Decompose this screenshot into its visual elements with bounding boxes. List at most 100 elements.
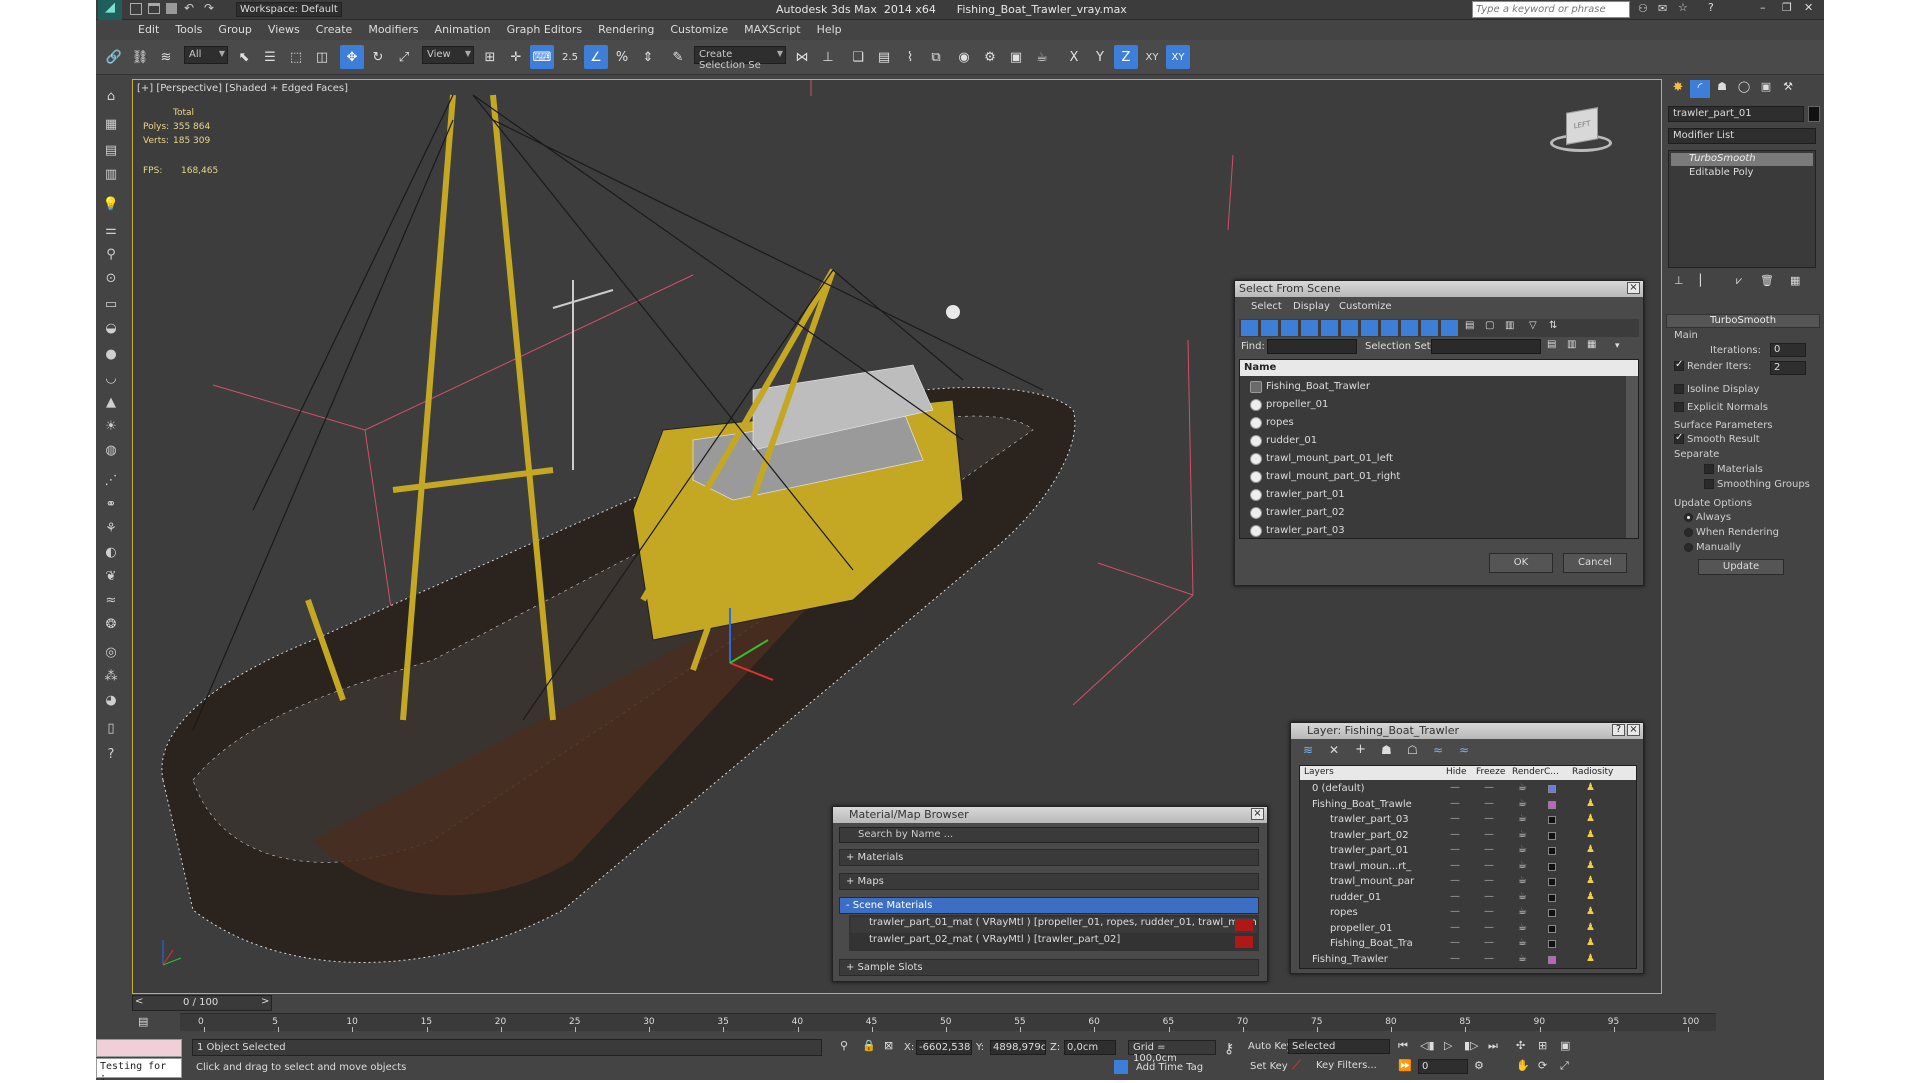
- viewcube[interactable]: LEFT: [1550, 106, 1612, 156]
- layer-manager-icon[interactable]: ❏: [846, 45, 870, 69]
- isolate-selection-icon[interactable]: ⚲: [840, 1039, 848, 1052]
- key-icon[interactable]: ⚷: [1224, 1041, 1234, 1057]
- layer-color-swatch[interactable]: [1548, 924, 1556, 933]
- smooth-result-checkbox[interactable]: [1674, 432, 1684, 444]
- viewcube-face[interactable]: LEFT: [1566, 107, 1598, 145]
- object-name-field[interactable]: trawler_part_01: [1668, 106, 1804, 122]
- layer-row[interactable]: Fishing_Boat_Tra — — ☕ ♟: [1300, 937, 1650, 952]
- graphite-ribbon-icon[interactable]: ▤: [872, 45, 896, 69]
- render-iters-spinner[interactable]: 2: [1770, 361, 1806, 375]
- selection-set-dropdown[interactable]: [1431, 339, 1541, 354]
- layer-row[interactable]: rudder_01 — — ☕ ♟: [1300, 891, 1650, 906]
- menu-help[interactable]: Help: [809, 20, 850, 36]
- freeze-toggle[interactable]: —: [1484, 798, 1494, 809]
- object-color-swatch[interactable]: [1808, 106, 1820, 122]
- zoom-icon[interactable]: ✣: [1516, 1039, 1525, 1052]
- select-by-name-icon[interactable]: ☰: [258, 45, 282, 69]
- redo-icon[interactable]: ↷: [204, 1, 214, 15]
- create-layer-icon[interactable]: ≋: [1303, 743, 1313, 757]
- render-iters-checkbox[interactable]: [1674, 359, 1684, 371]
- col-radiosity[interactable]: Radiosity: [1572, 767, 1613, 777]
- edit-named-selection-icon[interactable]: ✎: [666, 45, 690, 69]
- display-tab-icon[interactable]: ▣: [1756, 80, 1776, 98]
- show-end-result-icon[interactable]: ▏: [1700, 274, 1708, 287]
- render-teapot-icon[interactable]: ☕: [1518, 844, 1527, 855]
- document-icon[interactable]: ▯: [101, 718, 121, 738]
- freeze-toggle[interactable]: —: [1484, 922, 1494, 933]
- pin-stack-icon[interactable]: ⊥: [1674, 274, 1684, 287]
- quick-access-open-icon[interactable]: [148, 3, 160, 14]
- motion-tab-icon[interactable]: ◯: [1734, 80, 1754, 98]
- axis-xy-cycle-button[interactable]: XY: [1166, 45, 1190, 69]
- time-tag-icon[interactable]: [1114, 1060, 1128, 1074]
- mini-curve-editor-icon[interactable]: ▤: [138, 1015, 148, 1028]
- freeze-toggle[interactable]: —: [1484, 860, 1494, 871]
- sfs-item[interactable]: trawler_part_01: [1246, 486, 1646, 504]
- filter-bones-icon[interactable]: [1401, 320, 1418, 336]
- freeze-toggle[interactable]: —: [1484, 875, 1494, 886]
- configure-sets-icon[interactable]: ▦: [1790, 274, 1800, 287]
- iterations-spinner[interactable]: 0: [1770, 343, 1806, 357]
- utilities-tab-icon[interactable]: ⚒: [1778, 80, 1798, 98]
- menu-modifiers[interactable]: Modifiers: [360, 20, 426, 36]
- render-teapot-icon[interactable]: ☕: [1518, 798, 1527, 809]
- ok-button[interactable]: OK: [1489, 553, 1553, 573]
- sfs-item[interactable]: propeller_01: [1246, 396, 1646, 414]
- hide-toggle[interactable]: —: [1450, 906, 1460, 917]
- binoculars-icon[interactable]: ⚇: [1638, 2, 1648, 15]
- render-teapot-icon[interactable]: ☕: [1518, 829, 1527, 840]
- hide-all-layers-icon[interactable]: ≈: [1433, 743, 1443, 757]
- materials-checkbox[interactable]: [1704, 464, 1714, 474]
- unlink-icon[interactable]: ⛓: [128, 45, 152, 69]
- render-setup-icon[interactable]: ⚙: [978, 45, 1002, 69]
- hierarchy-icon[interactable]: ⚌: [101, 220, 121, 240]
- filter-cameras-icon[interactable]: [1301, 320, 1318, 336]
- col-freeze[interactable]: Freeze: [1476, 767, 1505, 777]
- keyboard-shortcut-override-icon[interactable]: ⌨: [530, 45, 554, 69]
- hide-toggle[interactable]: —: [1450, 782, 1460, 793]
- mirror-icon[interactable]: ⋈: [790, 45, 814, 69]
- render-teapot-icon[interactable]: ☕: [1518, 953, 1527, 964]
- layer-dialog-titlebar[interactable]: Layer: Fishing_Boat_Trawler? ×: [1291, 723, 1643, 739]
- isoline-display-row[interactable]: Isoline Display: [1674, 384, 1759, 395]
- always-row[interactable]: Always: [1684, 512, 1731, 523]
- time-slider-prev-icon[interactable]: <: [135, 996, 143, 1007]
- light-bulb-icon[interactable]: 💡: [101, 194, 121, 214]
- filter-shapes-icon[interactable]: [1261, 320, 1278, 336]
- workspace-dropdown[interactable]: Workspace: Default: [236, 2, 342, 17]
- globe-icon[interactable]: ◐: [101, 542, 121, 562]
- sfs-item[interactable]: rudder_01: [1246, 432, 1646, 450]
- freeze-toggle[interactable]: —: [1484, 891, 1494, 902]
- bowl-icon[interactable]: ◡: [101, 368, 121, 388]
- maxscript-input[interactable]: Testing for :: [96, 1058, 182, 1083]
- layer-color-swatch[interactable]: [1548, 816, 1556, 824]
- layer-row[interactable]: trawler_part_01 — — ☕ ♟: [1300, 844, 1650, 859]
- minimize-icon[interactable]: –: [1760, 1, 1766, 14]
- create-tab-icon[interactable]: ✸: [1668, 80, 1688, 98]
- when-rendering-row[interactable]: When Rendering: [1684, 527, 1779, 538]
- radiosity-icon[interactable]: ♟: [1586, 937, 1595, 948]
- render-production-icon[interactable]: ☕: [1030, 45, 1054, 69]
- app-logo-icon[interactable]: ◢: [98, 0, 122, 20]
- filter-helpers-icon[interactable]: [1321, 320, 1338, 336]
- goto-start-icon[interactable]: ⏮: [1398, 1039, 1408, 1053]
- select-invert-icon[interactable]: ▥: [1505, 320, 1519, 336]
- layer-row[interactable]: trawl_moun...rt_ — — ☕ ♟: [1300, 860, 1650, 875]
- hide-toggle[interactable]: —: [1450, 844, 1460, 855]
- layer-dialog-close-button[interactable]: ×: [1627, 724, 1640, 736]
- freeze-toggle[interactable]: —: [1484, 937, 1494, 948]
- blue-orb-icon[interactable]: ◕: [101, 690, 121, 710]
- favorites-icon[interactable]: ☆: [1678, 1, 1688, 14]
- render-icon[interactable]: ▦: [101, 114, 121, 134]
- hide-toggle[interactable]: —: [1450, 829, 1460, 840]
- select-none-icon[interactable]: ▢: [1485, 320, 1499, 336]
- when-rendering-radio[interactable]: [1684, 527, 1693, 537]
- radiosity-icon[interactable]: ♟: [1586, 953, 1595, 964]
- hierarchy-tab-icon[interactable]: ☗: [1712, 80, 1732, 98]
- layer-color-swatch[interactable]: [1548, 800, 1556, 809]
- hair-icon[interactable]: ≈: [101, 590, 121, 610]
- axis-y-button[interactable]: Y: [1088, 45, 1112, 69]
- absolute-mode-icon[interactable]: ⊠: [884, 1039, 893, 1052]
- remove-modifier-icon[interactable]: 🗑: [1760, 274, 1774, 287]
- manually-row[interactable]: Manually: [1684, 542, 1741, 553]
